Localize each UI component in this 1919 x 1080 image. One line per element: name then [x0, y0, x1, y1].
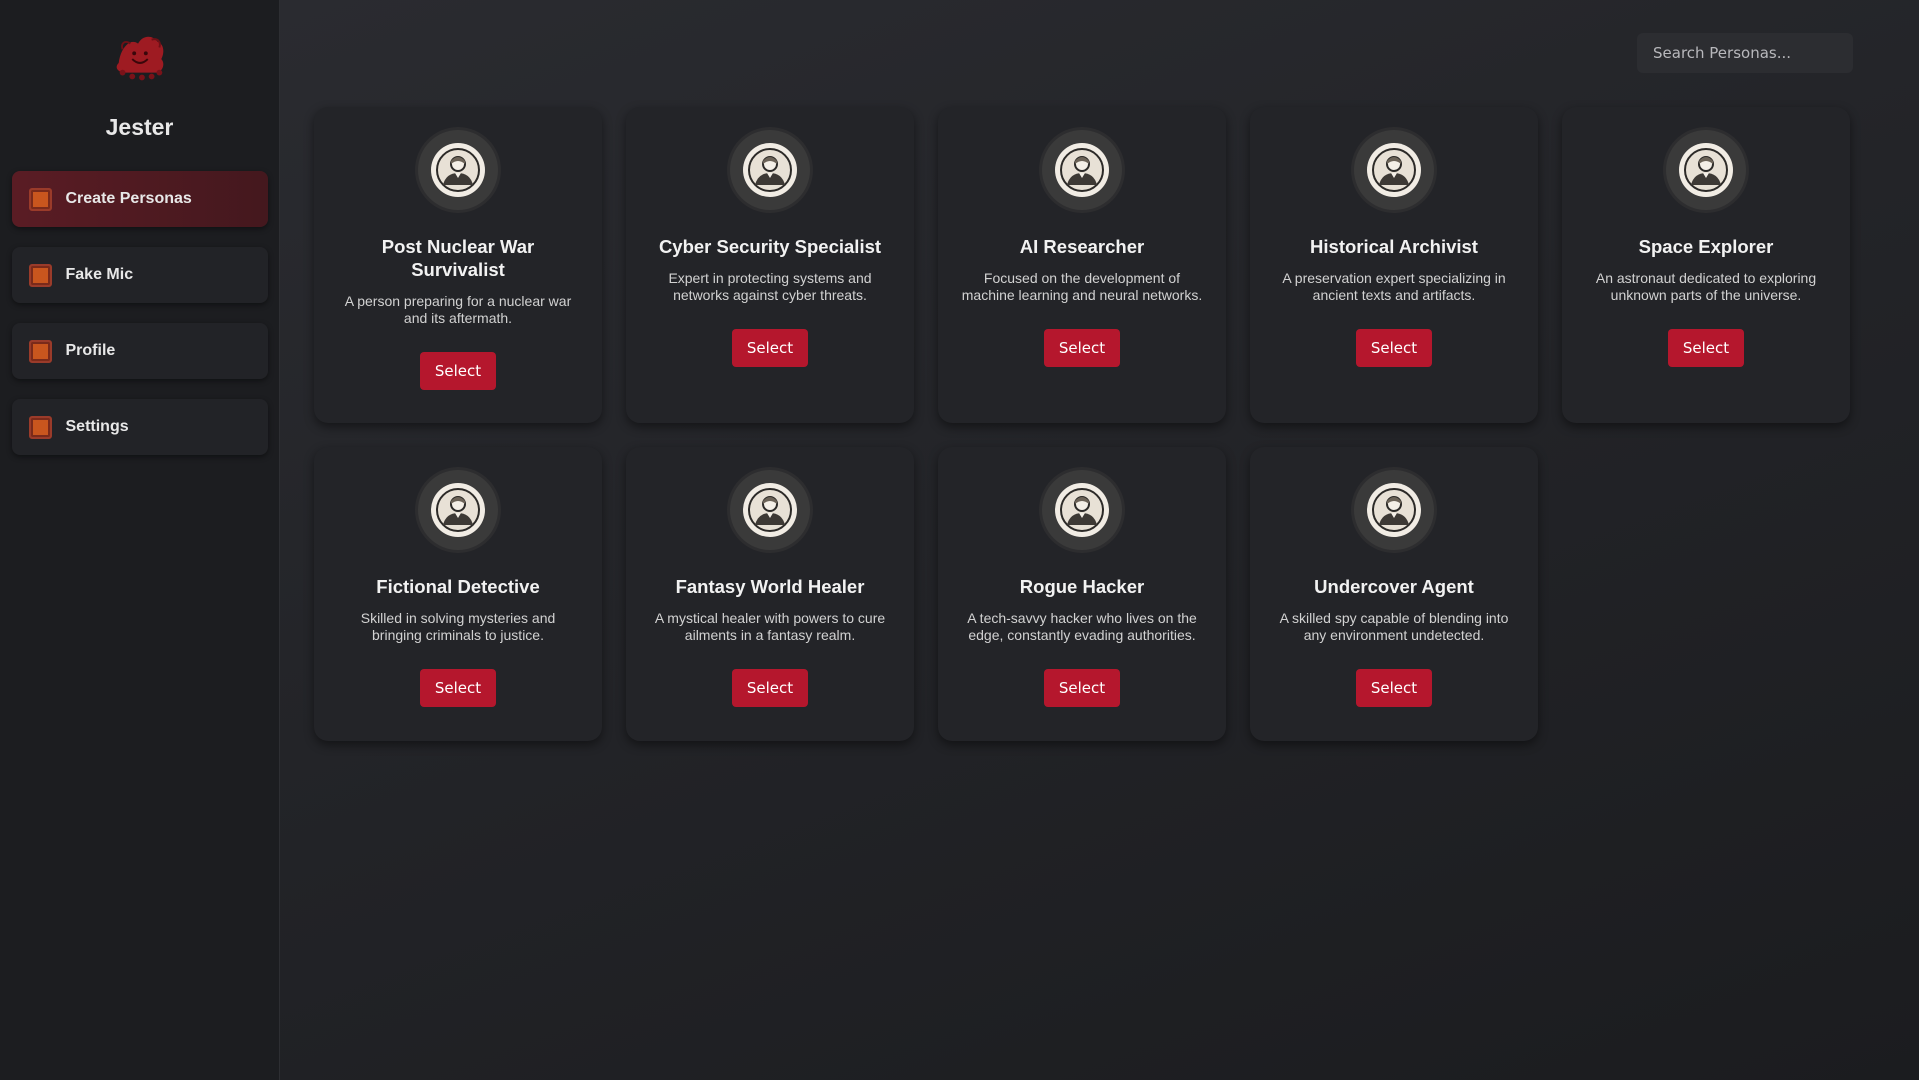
square-icon: [28, 339, 52, 363]
select-button[interactable]: Select: [732, 669, 808, 707]
avatar-icon: [730, 130, 810, 210]
avatar-icon: [418, 130, 498, 210]
persona-description: A mystical healer with powers to cure ai…: [654, 610, 886, 643]
persona-card: Post Nuclear War Survivalist A person pr…: [314, 107, 602, 423]
select-button[interactable]: Select: [1668, 329, 1744, 367]
persona-card: Undercover Agent A skilled spy capable o…: [1250, 447, 1538, 741]
sidebar-item-label: Settings: [65, 418, 129, 435]
persona-description: Expert in protecting systems and network…: [668, 270, 872, 303]
persona-card: Cyber Security Specialist Expert in prot…: [626, 107, 914, 423]
persona-card: Historical Archivist A preservation expe…: [1250, 107, 1538, 423]
select-button[interactable]: Select: [732, 329, 808, 367]
persona-grid: Post Nuclear War Survivalist A person pr…: [314, 107, 1850, 741]
main-content: Post Nuclear War Survivalist A person pr…: [280, 0, 1919, 1080]
persona-card: Rogue Hacker A tech-savvy hacker who liv…: [938, 447, 1226, 741]
sidebar-nav: Create Personas Fake Mic Profile Setting…: [11, 171, 268, 455]
persona-title: AI Researcher: [1019, 236, 1145, 257]
sidebar: Jester Create Personas Fake Mic Profile …: [0, 0, 280, 1080]
persona-title: Historical Archivist: [1310, 236, 1478, 257]
persona-title: Fantasy World Healer: [675, 576, 865, 597]
sidebar-item-label: Fake Mic: [65, 266, 134, 283]
sidebar-item-profile[interactable]: Profile: [11, 323, 268, 379]
select-button[interactable]: Select: [420, 669, 496, 707]
app-window: Jester Create Personas Fake Mic Profile …: [0, 0, 1919, 1080]
select-button[interactable]: Select: [1044, 329, 1120, 367]
select-button[interactable]: Select: [1356, 669, 1432, 707]
persona-description: A tech-savvy hacker who lives on the edg…: [967, 610, 1197, 643]
persona-description: A person preparing for a nuclear war and…: [344, 293, 572, 326]
persona-description: A skilled spy capable of blending into a…: [1279, 610, 1509, 643]
avatar-icon: [1354, 470, 1434, 550]
search-input[interactable]: [1637, 33, 1853, 73]
persona-description: An astronaut dedicated to exploring unkn…: [1595, 270, 1817, 303]
persona-card: Fictional Detective Skilled in solving m…: [314, 447, 602, 741]
avatar-icon: [1042, 470, 1122, 550]
persona-card: Fantasy World Healer A mystical healer w…: [626, 447, 914, 741]
square-icon: [28, 187, 52, 211]
app-title: Jester: [105, 114, 174, 140]
square-icon: [28, 263, 52, 287]
persona-title: Cyber Security Specialist: [658, 236, 882, 257]
avatar-icon: [730, 470, 810, 550]
sidebar-item-label: Create Personas: [65, 190, 192, 207]
persona-card: AI Researcher Focused on the development…: [938, 107, 1226, 423]
avatar-icon: [1666, 130, 1746, 210]
persona-description: A preservation expert specializing in an…: [1282, 270, 1506, 303]
persona-card: Space Explorer An astronaut dedicated to…: [1562, 107, 1850, 423]
persona-title: Rogue Hacker: [1019, 576, 1145, 597]
sidebar-item-label: Profile: [65, 342, 116, 359]
persona-title: Undercover Agent: [1314, 576, 1474, 597]
jester-logo-icon: [116, 36, 163, 81]
select-button[interactable]: Select: [1044, 669, 1120, 707]
select-button[interactable]: Select: [420, 352, 496, 390]
avatar-icon: [1042, 130, 1122, 210]
persona-title: Post Nuclear War Survivalist: [381, 236, 535, 280]
avatar-icon: [418, 470, 498, 550]
sidebar-item-fake-mic[interactable]: Fake Mic: [11, 247, 268, 303]
persona-description: Skilled in solving mysteries and bringin…: [360, 610, 556, 643]
persona-title: Space Explorer: [1638, 236, 1774, 257]
square-icon: [28, 415, 52, 439]
sidebar-item-settings[interactable]: Settings: [11, 399, 268, 455]
persona-description: Focused on the development of machine le…: [961, 270, 1203, 303]
persona-title: Fictional Detective: [376, 576, 540, 597]
sidebar-item-create-personas[interactable]: Create Personas: [11, 171, 268, 227]
select-button[interactable]: Select: [1356, 329, 1432, 367]
avatar-icon: [1354, 130, 1434, 210]
